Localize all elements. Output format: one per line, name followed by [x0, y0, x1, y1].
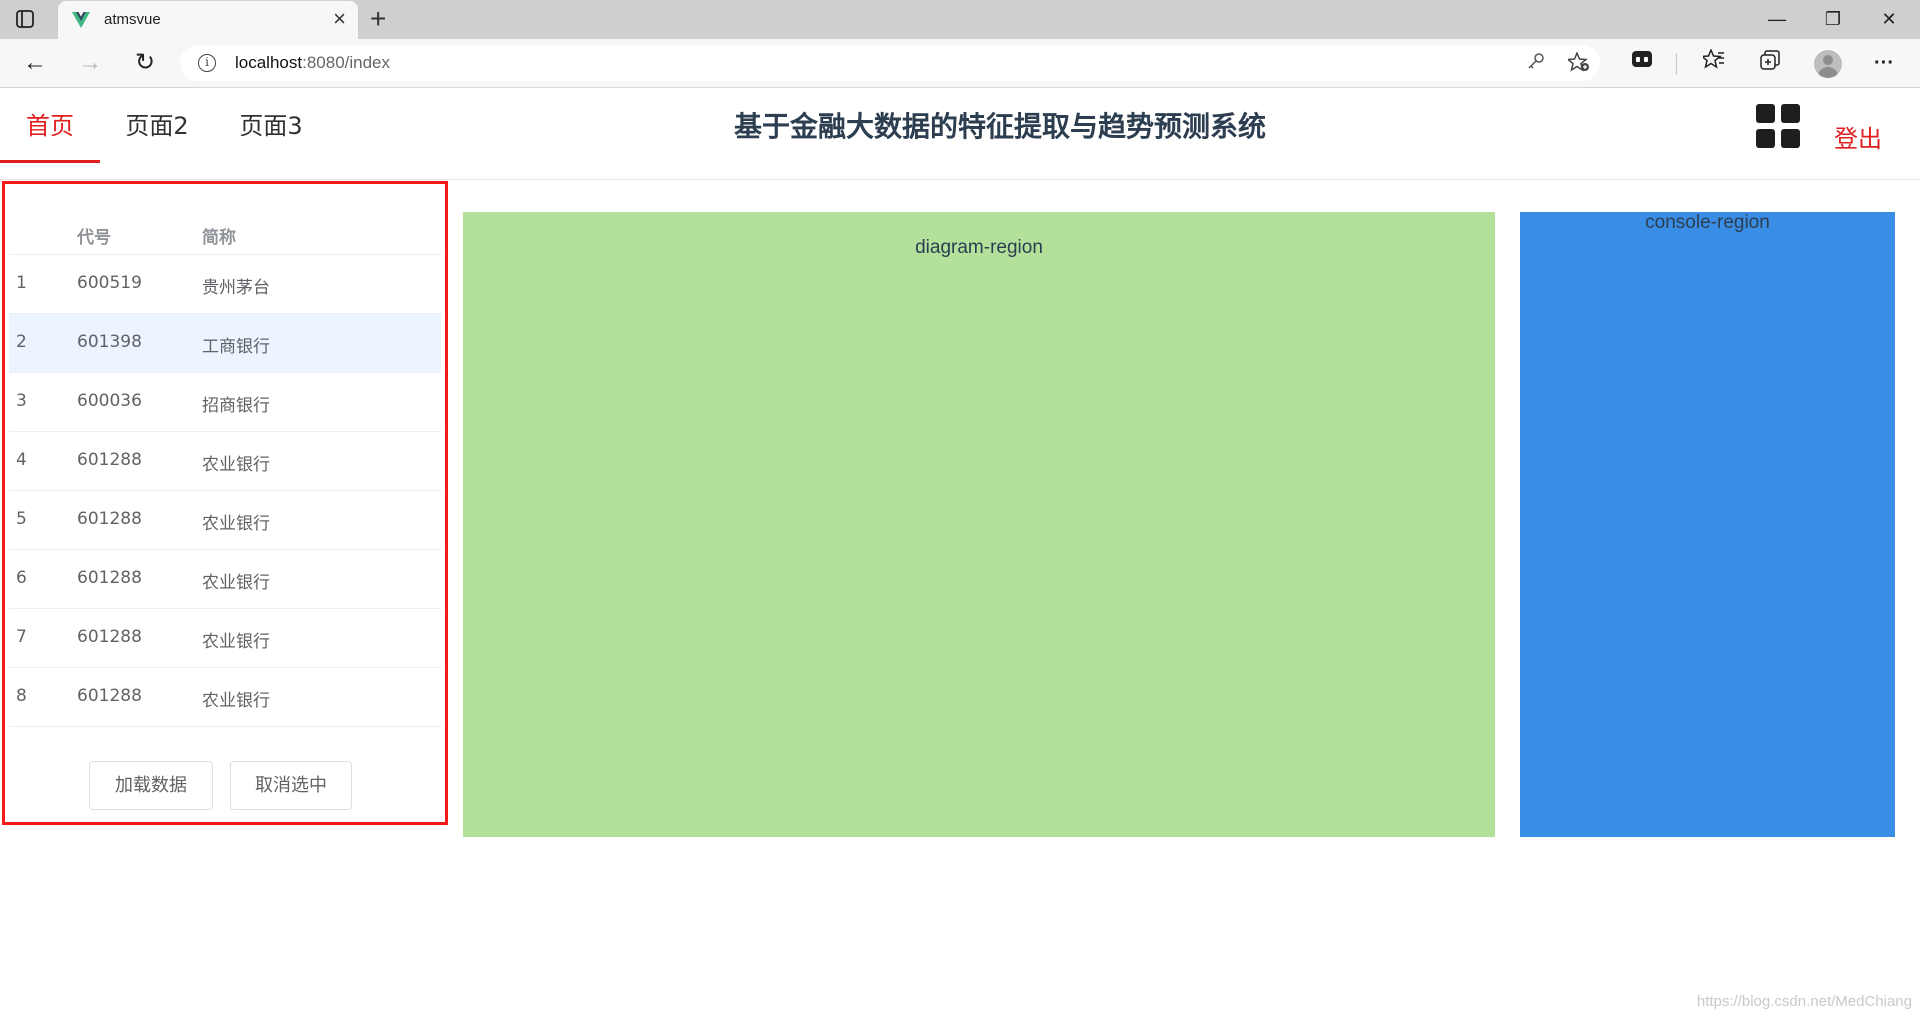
- menu-item-page2[interactable]: 页面2: [112, 89, 202, 163]
- diagram-region-label: diagram-region: [915, 237, 1043, 258]
- row-index: 7: [16, 627, 27, 647]
- stock-name: 工商银行: [202, 337, 270, 357]
- table-row[interactable]: 1 600519 贵州茅台: [9, 255, 441, 314]
- table-header-row: 代号 简称: [9, 199, 441, 255]
- tab-close-icon[interactable]: ×: [333, 8, 346, 30]
- browser-address-bar: ← → ↻ i localhost:8080/index ···: [0, 39, 1920, 88]
- table-row[interactable]: 2 601398 工商银行: [9, 314, 441, 373]
- toolbar-separator: [1676, 53, 1677, 75]
- table-row[interactable]: 3 600036 招商银行: [9, 373, 441, 432]
- page-title: 基于金融大数据的特征提取与趋势预测系统: [733, 110, 1266, 143]
- load-data-button[interactable]: 加载数据: [89, 761, 213, 810]
- deselect-button[interactable]: 取消选中: [230, 761, 352, 810]
- logout-button[interactable]: 登出: [1834, 119, 1882, 154]
- table-row[interactable]: 5 601288 农业银行: [9, 491, 441, 550]
- vue-logo-icon: [72, 11, 90, 29]
- menu-item-page3[interactable]: 页面3: [226, 89, 316, 163]
- tab-title: atmsvue: [104, 11, 161, 28]
- add-favorite-icon[interactable]: [1566, 51, 1590, 77]
- grid-menu-icon[interactable]: [1756, 104, 1800, 148]
- row-index: 4: [16, 450, 27, 470]
- console-region-label: console-region: [1645, 212, 1770, 233]
- browser-tab[interactable]: atmsvue ×: [58, 1, 358, 39]
- url-text[interactable]: localhost:8080/index: [235, 53, 390, 73]
- table-row[interactable]: 4 601288 农业银行: [9, 432, 441, 491]
- console-region: console-region: [1520, 212, 1895, 837]
- table-row[interactable]: 6 601288 农业银行: [9, 550, 441, 609]
- key-icon[interactable]: [1527, 52, 1545, 75]
- stock-name: 农业银行: [202, 632, 270, 652]
- column-header-code[interactable]: 代号: [77, 223, 111, 248]
- collections-icon[interactable]: [1756, 49, 1784, 77]
- profile-icon[interactable]: [1814, 50, 1842, 78]
- window-minimize-button[interactable]: —: [1762, 6, 1792, 32]
- forward-button[interactable]: →: [75, 49, 105, 79]
- stock-code: 601398: [77, 332, 142, 352]
- extension-icon[interactable]: [1628, 49, 1656, 77]
- stock-name: 贵州茅台: [202, 278, 270, 298]
- stock-code: 600519: [77, 273, 142, 293]
- row-index: 2: [16, 332, 27, 352]
- stock-code: 601288: [77, 627, 142, 647]
- stock-code: 601288: [77, 450, 142, 470]
- stock-code: 601288: [77, 686, 142, 706]
- stock-code: 600036: [77, 391, 142, 411]
- stock-table: 代号 简称 1 600519 贵州茅台 2 601398 工商银行 3 600036 招商银行 4…: [9, 199, 441, 727]
- stock-name: 农业银行: [202, 573, 270, 593]
- stock-name: 招商银行: [202, 396, 270, 416]
- app-header: 首页 页面2 页面3 基于金融大数据的特征提取与趋势预测系统 登出: [0, 89, 1920, 180]
- url-path: :8080/index: [302, 53, 391, 72]
- stock-name: 农业银行: [202, 691, 270, 711]
- window-close-button[interactable]: ✕: [1874, 6, 1904, 32]
- url-host: localhost: [235, 53, 303, 72]
- reload-button[interactable]: ↻: [130, 49, 160, 79]
- browser-tab-bar: atmsvue × + — ❐ ✕: [0, 0, 1920, 39]
- stock-list-panel: 代号 简称 1 600519 贵州茅台 2 601398 工商银行 3 600036 招商银行 4…: [2, 181, 448, 825]
- back-button[interactable]: ←: [20, 49, 50, 79]
- row-index: 1: [16, 273, 27, 293]
- row-index: 6: [16, 568, 27, 588]
- diagram-region: diagram-region: [463, 212, 1495, 837]
- table-row[interactable]: 8 601288 农业银行: [9, 668, 441, 727]
- tab-actions-icon[interactable]: [14, 8, 36, 30]
- new-tab-button[interactable]: +: [370, 4, 386, 34]
- stock-code: 601288: [77, 509, 142, 529]
- row-index: 3: [16, 391, 27, 411]
- watermark: https://blog.csdn.net/MedChiang: [1696, 993, 1912, 1010]
- row-index: 5: [16, 509, 27, 529]
- more-icon[interactable]: ···: [1870, 49, 1898, 77]
- column-header-name[interactable]: 简称: [202, 223, 236, 248]
- stock-name: 农业银行: [202, 455, 270, 475]
- menu-item-home[interactable]: 首页: [0, 89, 100, 163]
- url-field[interactable]: i localhost:8080/index: [180, 45, 1600, 81]
- stock-name: 农业银行: [202, 514, 270, 534]
- window-restore-button[interactable]: ❐: [1818, 6, 1848, 32]
- table-row[interactable]: 7 601288 农业银行: [9, 609, 441, 668]
- stock-code: 601288: [77, 568, 142, 588]
- row-index: 8: [16, 686, 27, 706]
- favorites-icon[interactable]: [1700, 48, 1728, 77]
- site-info-icon[interactable]: i: [198, 54, 216, 72]
